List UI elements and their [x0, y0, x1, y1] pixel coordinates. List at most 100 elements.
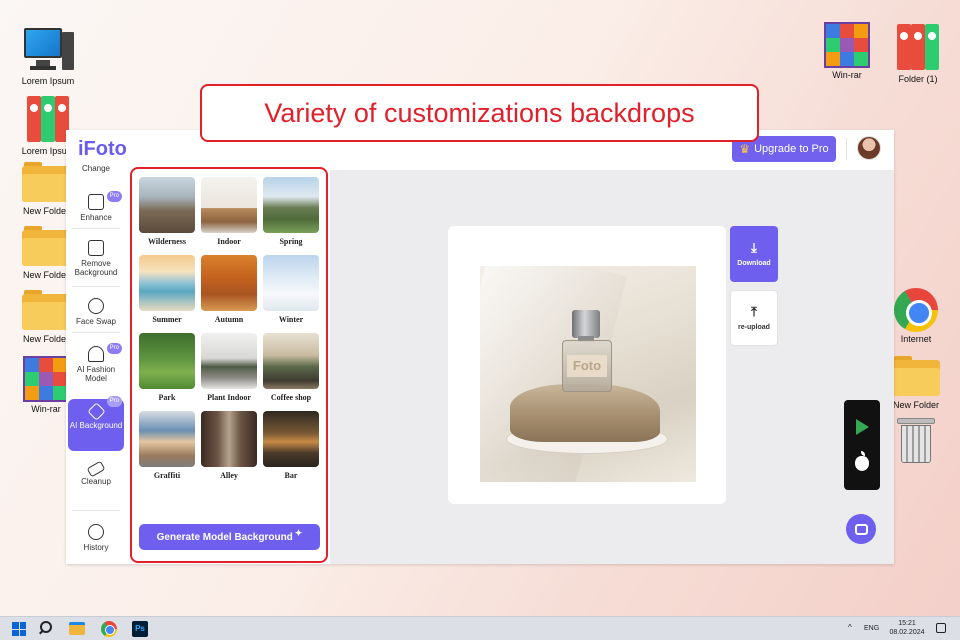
background-option-plant-indoor[interactable]: Plant Indoor	[201, 333, 257, 402]
tray-chevron-icon[interactable]: ^	[848, 623, 852, 632]
clock-date: 08.02.2024	[889, 629, 925, 636]
clock[interactable]: 15:21 08.02.2024	[884, 619, 930, 637]
app-store-bar	[844, 400, 880, 490]
folder-icon	[22, 290, 70, 332]
desktop-icon-computer[interactable]: Lorem Ipsum	[16, 26, 80, 86]
sidebar-item-change[interactable]: Change	[68, 164, 124, 173]
generate-model-background-button[interactable]: Generate Model Background ✦	[139, 524, 320, 550]
bottle-label: Foto	[567, 355, 607, 377]
background-option-winter[interactable]: Winter	[263, 255, 319, 324]
search-icon[interactable]	[38, 621, 52, 635]
sidebar-divider	[72, 510, 120, 511]
binders-icon	[25, 96, 71, 144]
reupload-label: re-upload	[738, 324, 770, 331]
background-option-bar[interactable]: Bar	[263, 411, 319, 480]
sidebar-item-ai-fashion-model[interactable]: Pro AI Fashion Model	[68, 343, 124, 383]
background-option-coffee-shop[interactable]: Coffee shop	[263, 333, 319, 402]
pro-badge: Pro	[106, 396, 122, 407]
background-thumbnail	[139, 411, 195, 467]
pro-badge: Pro	[106, 343, 122, 354]
reupload-button[interactable]: ⤒ re-upload	[730, 290, 778, 346]
rock	[510, 384, 660, 442]
sidebar-divider	[72, 286, 120, 287]
background-thumbnail	[263, 333, 319, 389]
windows-start-icon[interactable]	[12, 622, 26, 636]
sidebar-item-label: Cleanup	[81, 477, 111, 486]
notification-icon[interactable]	[936, 623, 946, 633]
product-image[interactable]: Foto	[480, 266, 696, 482]
file-explorer-icon[interactable]	[69, 622, 85, 635]
sidebar-item-ai-background[interactable]: Pro AI Background	[68, 396, 124, 451]
callout-banner: Variety of customizations backdrops	[200, 84, 759, 142]
background-option-indoor[interactable]: Indoor	[201, 177, 257, 246]
photoshop-icon[interactable]: Ps	[132, 621, 148, 637]
background-thumbnail	[263, 255, 319, 311]
sidebar-item-label: Face Swap	[75, 317, 117, 326]
sidebar-item-label: AI Fashion Model	[76, 365, 116, 383]
background-option-alley[interactable]: Alley	[201, 411, 257, 480]
face-swap-icon	[88, 298, 104, 314]
background-panel: Wilderness Indoor Spring Summer Autumn W…	[130, 170, 330, 564]
apple-icon[interactable]	[855, 451, 869, 472]
crown-icon: ♛	[739, 142, 751, 156]
download-icon: ⤓	[751, 240, 757, 255]
chat-button[interactable]	[846, 514, 876, 544]
sidebar-divider	[72, 332, 120, 333]
canvas-card: Foto	[448, 226, 726, 504]
desktop-icon-folder-binders[interactable]: Folder (1)	[886, 24, 950, 84]
tool-sidebar: Change Pro Enhance Remove Background Fac…	[66, 164, 128, 564]
sidebar-item-remove-background[interactable]: Remove Background	[68, 240, 124, 277]
enhance-icon	[88, 194, 104, 210]
desktop-icon-winrar-right[interactable]: Win-rar	[815, 22, 879, 80]
background-thumbnail	[263, 177, 319, 233]
background-thumbnail	[201, 255, 257, 311]
workspace: Foto ⤓ Download ⤒ re-upload	[330, 170, 894, 564]
background-option-spring[interactable]: Spring	[263, 177, 319, 246]
background-option-park[interactable]: Park	[139, 333, 195, 402]
computer-icon	[22, 26, 74, 74]
download-label: Download	[737, 260, 771, 267]
generate-label: Generate Model Background	[156, 531, 293, 543]
fashion-model-icon	[88, 346, 104, 362]
user-avatar[interactable]	[857, 136, 881, 160]
chrome-taskbar-icon[interactable]	[101, 621, 117, 637]
clock-icon	[88, 524, 104, 540]
google-play-icon[interactable]	[855, 418, 869, 435]
sidebar-item-enhance[interactable]: Pro Enhance	[68, 191, 124, 222]
clock-time: 15:21	[898, 620, 916, 627]
chrome-icon	[894, 288, 938, 332]
winrar-icon	[824, 22, 870, 68]
background-option-summer[interactable]: Summer	[139, 255, 195, 324]
ai-background-icon	[86, 402, 106, 421]
background-thumbnail	[139, 255, 195, 311]
sidebar-item-label: AI Background	[69, 421, 123, 430]
background-thumbnail	[201, 333, 257, 389]
background-thumbnail	[201, 177, 257, 233]
language-indicator[interactable]: ENG	[864, 625, 879, 632]
background-option-autumn[interactable]: Autumn	[201, 255, 257, 324]
folder-icon	[22, 226, 70, 268]
header-divider	[846, 138, 847, 160]
sparkle-icon: ✦	[294, 527, 303, 538]
eraser-icon	[86, 460, 106, 478]
recycle-bin-icon	[897, 418, 935, 464]
folder-icon	[22, 162, 70, 204]
folder-icon	[892, 356, 940, 398]
app-logo[interactable]: iFoto	[78, 138, 127, 161]
remove-background-icon	[88, 240, 104, 256]
background-thumbnail	[139, 177, 195, 233]
background-thumbnail	[201, 411, 257, 467]
background-option-wilderness[interactable]: Wilderness	[139, 177, 195, 246]
download-button[interactable]: ⤓ Download	[730, 226, 778, 282]
chat-icon	[854, 523, 868, 535]
sidebar-item-cleanup[interactable]: Cleanup	[68, 460, 124, 486]
winrar-icon	[23, 356, 69, 402]
sidebar-item-history[interactable]: History	[68, 524, 124, 552]
upload-icon: ⤒	[751, 304, 757, 319]
upgrade-label: Upgrade to Pro	[754, 143, 829, 155]
background-option-graffiti[interactable]: Graffiti	[139, 411, 195, 480]
sidebar-item-face-swap[interactable]: Face Swap	[68, 298, 124, 326]
sidebar-item-label: Enhance	[80, 213, 112, 222]
ifoto-app-window: iFoto ♛ Upgrade to Pro Change Pro Enhanc…	[66, 130, 894, 564]
taskbar: Ps ^ ENG 15:21 08.02.2024	[0, 616, 960, 640]
